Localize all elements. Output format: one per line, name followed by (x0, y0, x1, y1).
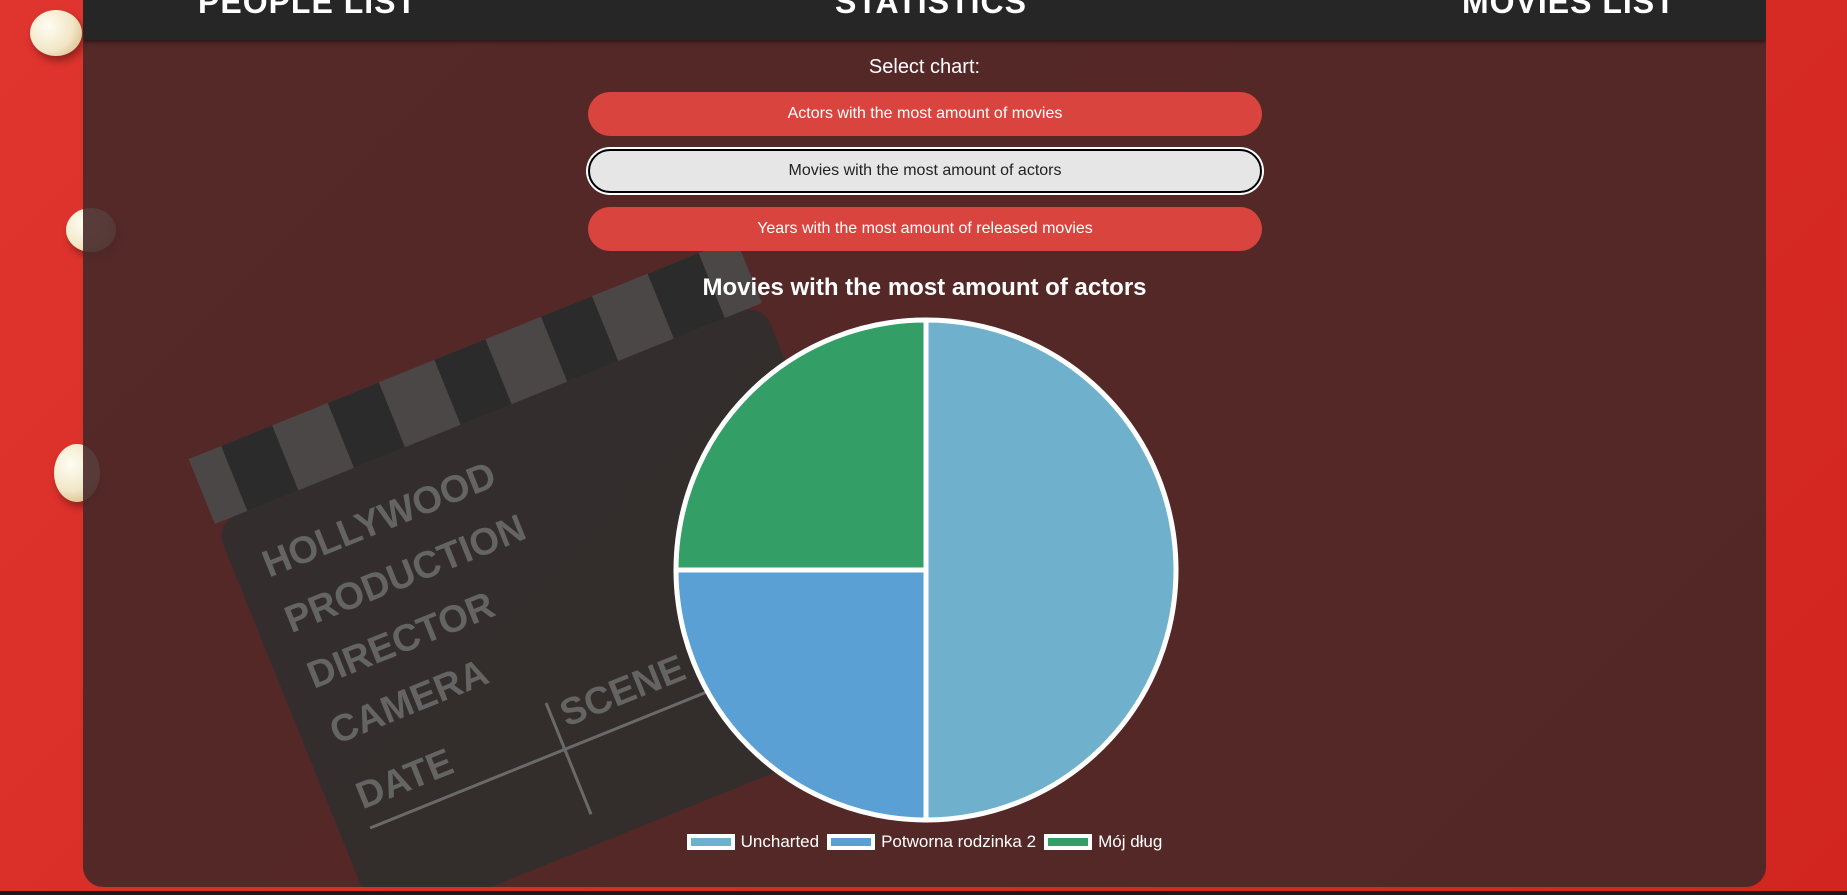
bottom-edge (0, 891, 1847, 895)
popcorn-decoration (30, 10, 82, 56)
clapper-text: DATE (350, 741, 459, 818)
legend-swatch (686, 834, 735, 850)
nav-statistics[interactable]: STATISTICS (835, 0, 1027, 21)
legend-item[interactable]: Mój dług (1044, 832, 1162, 852)
chart-button-movies-most-actors[interactable]: Movies with the most amount of actors (588, 149, 1262, 193)
pie-slice-potworna-rodzinka-2[interactable] (673, 567, 929, 823)
legend-label: Uncharted (740, 832, 820, 851)
select-chart-label: Select chart: (868, 56, 981, 78)
nav-movies-list[interactable]: MOVIES LIST (1462, 0, 1676, 21)
legend-item[interactable]: Uncharted (686, 832, 820, 852)
legend-swatch (1044, 834, 1093, 850)
pie-slice-m-j-d-ug[interactable] (673, 317, 929, 573)
pie-slice-uncharted[interactable] (923, 317, 1179, 823)
legend-label: Potworna rodzinka 2 (881, 832, 1037, 851)
nav-people-list[interactable]: PEOPLE LIST (198, 0, 417, 21)
chart-button-years-most-movies[interactable]: Years with the most amount of released m… (588, 207, 1262, 251)
pie-chart (673, 317, 1179, 823)
chart-button-actors-most-movies[interactable]: Actors with the most amount of movies (588, 92, 1262, 136)
main-panel: HOLLYWOOD PRODUCTION DIRECTOR CAMERA DAT… (83, 0, 1766, 887)
top-navigation: PEOPLE LIST STATISTICS MOVIES LIST (83, 0, 1766, 40)
clapper-text: PRODUCTION (279, 507, 532, 642)
legend-swatch (827, 834, 876, 850)
legend-label: Mój dług (1098, 832, 1163, 851)
chart-title: Movies with the most amount of actors (702, 274, 1147, 301)
clapper-text: DIRECTOR (302, 584, 501, 697)
clapper-text: CAMERA (324, 652, 494, 753)
clapper-text: HOLLYWOOD (257, 454, 502, 586)
chart-legend: Uncharted Potworna rodzinka 2 Mój dług (83, 832, 1766, 852)
legend-item[interactable]: Potworna rodzinka 2 (827, 832, 1036, 852)
